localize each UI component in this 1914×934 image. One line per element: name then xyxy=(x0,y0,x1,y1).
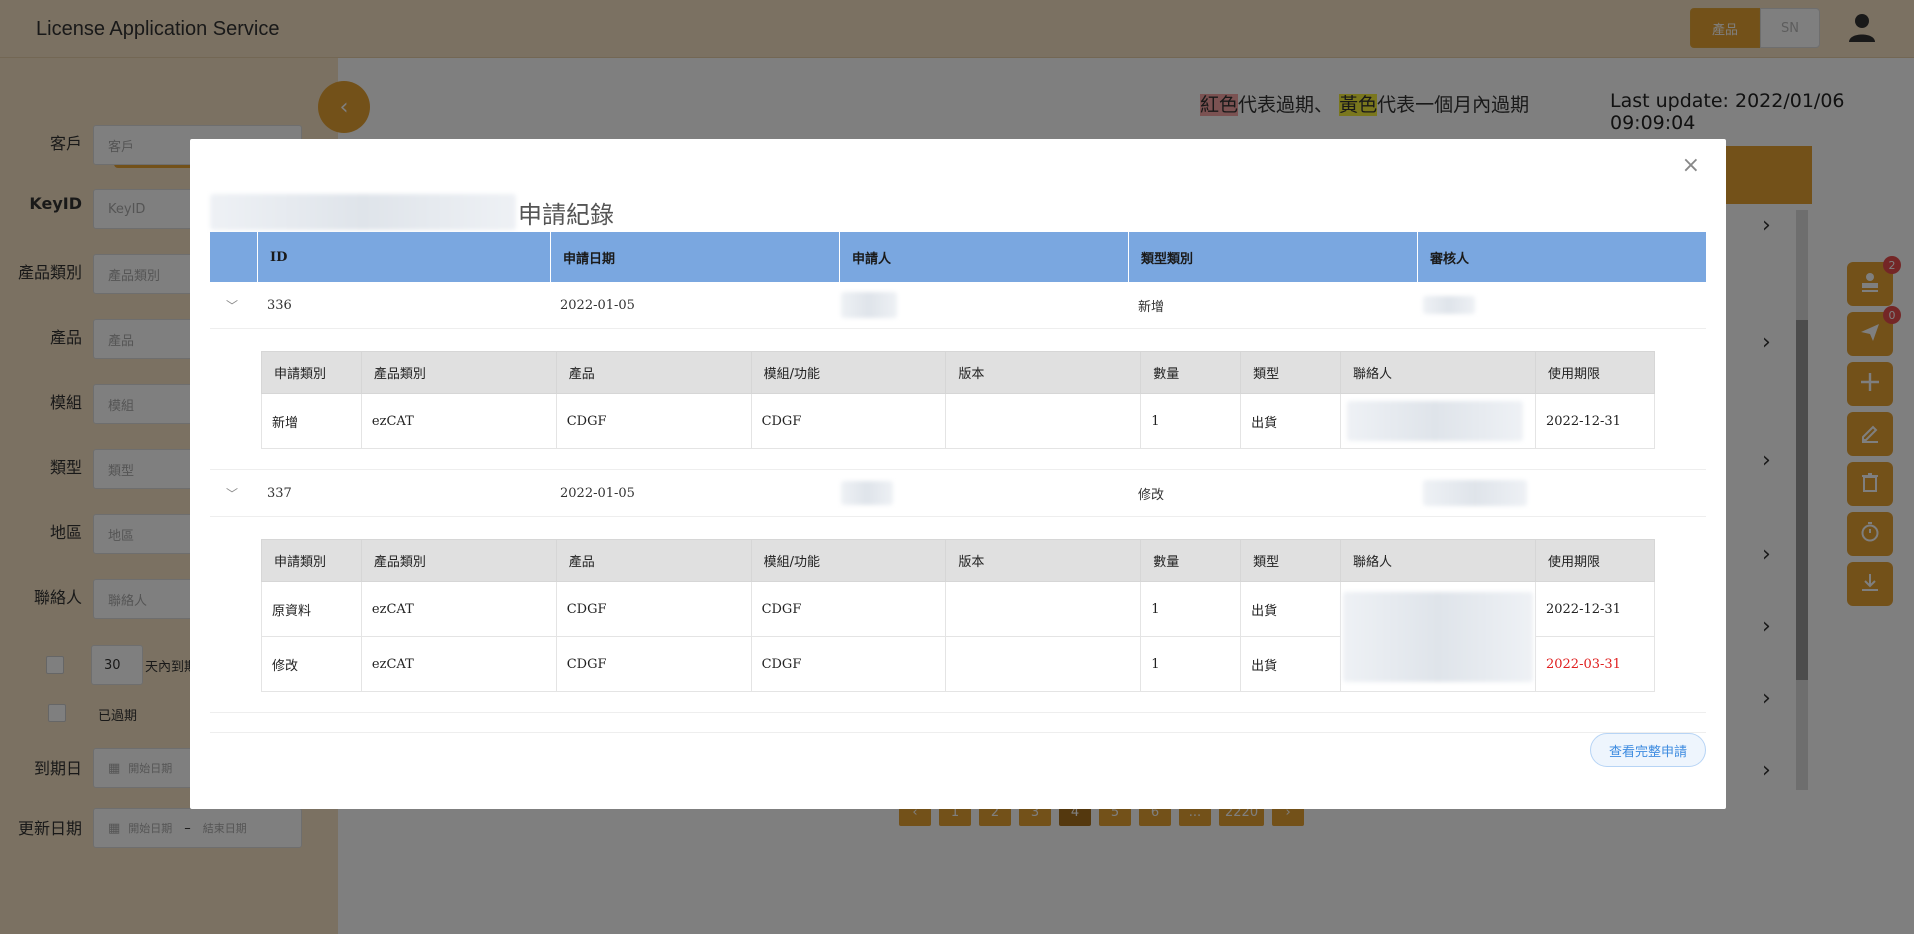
record-id: 337 xyxy=(267,485,292,501)
record-id: 336 xyxy=(267,297,292,313)
cell-kind: 出貨 xyxy=(1240,581,1341,637)
cell-kind: 出貨 xyxy=(1240,393,1342,449)
cell-apply-category: 修改 xyxy=(261,636,362,692)
application-records-modal: × 申請紀錄 ID 申請日期 申請人 類型類別 審核人 ﹀ 336 2022-0… xyxy=(190,139,1726,809)
col-product: 產品 xyxy=(555,351,752,394)
col-applicant: 申請人 xyxy=(839,232,1128,282)
col-product-category: 產品類別 xyxy=(360,351,557,394)
cell-product: CDGF xyxy=(555,393,752,449)
chevron-down-icon[interactable]: ﹀ xyxy=(210,485,257,502)
record-date: 2022-01-05 xyxy=(560,297,635,313)
cell-product-category: ezCAT xyxy=(360,636,557,692)
cell-apply-category: 原資料 xyxy=(261,581,362,637)
cell-contact xyxy=(1340,393,1536,449)
record-details: 申請類別 產品類別 產品 模組/功能 版本 數量 類型 聯絡人 使用期限 原資料 xyxy=(210,517,1706,713)
records-table-header: ID 申請日期 申請人 類型類別 審核人 xyxy=(210,232,1706,282)
cell-module: CDGF xyxy=(750,581,947,637)
view-full-application-button[interactable]: 查看完整申請 xyxy=(1590,733,1706,767)
cell-product-category: ezCAT xyxy=(360,581,557,637)
col-module: 模組/功能 xyxy=(750,351,947,394)
cell-product: CDGF xyxy=(555,581,752,637)
cell-module: CDGF xyxy=(750,636,947,692)
modal-divider xyxy=(210,732,1706,733)
col-version: 版本 xyxy=(945,539,1142,582)
record-type: 修改 xyxy=(1138,487,1165,503)
record-type: 新增 xyxy=(1138,299,1165,315)
detail-header-row: 申請類別 產品類別 產品 模組/功能 版本 數量 類型 聯絡人 使用期限 xyxy=(261,351,1655,394)
close-icon[interactable]: × xyxy=(1682,153,1700,178)
col-contact: 聯絡人 xyxy=(1340,539,1536,582)
col-id: ID xyxy=(257,232,550,282)
cell-expiry-expired: 2022-03-31 xyxy=(1534,636,1656,692)
col-contact: 聯絡人 xyxy=(1340,351,1536,394)
col-type: 類型類別 xyxy=(1128,232,1417,282)
records-table: ID 申請日期 申請人 類型類別 審核人 ﹀ 336 2022-01-05 新增… xyxy=(210,232,1706,713)
record-reviewer xyxy=(1417,296,1706,314)
detail-row: 原資料 ezCAT CDGF CDGF 1 出貨 2022-12-31 xyxy=(261,581,1656,692)
cell-module: CDGF xyxy=(750,393,947,449)
col-kind: 類型 xyxy=(1240,539,1341,582)
col-product-category: 產品類別 xyxy=(360,539,557,582)
record-date: 2022-01-05 xyxy=(560,485,635,501)
col-quantity: 數量 xyxy=(1140,351,1242,394)
col-module: 模組/功能 xyxy=(750,539,947,582)
table-row[interactable]: ﹀ 336 2022-01-05 新增 xyxy=(210,282,1706,329)
col-expiry: 使用期限 xyxy=(1534,539,1656,582)
detail-table: 申請類別 產品類別 產品 模組/功能 版本 數量 類型 聯絡人 使用期限 原資料 xyxy=(261,539,1656,692)
record-applicant xyxy=(839,292,1128,318)
cell-version xyxy=(945,581,1142,637)
col-date: 申請日期 xyxy=(550,232,839,282)
record-applicant xyxy=(839,481,1128,505)
col-expiry: 使用期限 xyxy=(1535,351,1655,394)
table-row[interactable]: ﹀ 337 2022-01-05 修改 xyxy=(210,470,1706,517)
cell-quantity: 1 xyxy=(1140,393,1242,449)
col-quantity: 數量 xyxy=(1140,539,1242,582)
redacted-title xyxy=(210,194,516,230)
col-apply-category: 申請類別 xyxy=(261,539,362,582)
chevron-down-icon[interactable]: ﹀ xyxy=(210,297,257,314)
cell-version xyxy=(945,393,1142,449)
cell-kind: 出貨 xyxy=(1240,636,1341,692)
cell-contact xyxy=(1340,581,1536,692)
col-reviewer: 審核人 xyxy=(1417,232,1706,282)
cell-apply-category: 新增 xyxy=(261,393,362,449)
modal-header: 申請紀錄 xyxy=(210,194,614,230)
cell-expiry: 2022-12-31 xyxy=(1534,581,1656,637)
cell-product: CDGF xyxy=(555,636,752,692)
cell-quantity: 1 xyxy=(1140,636,1242,692)
col-apply-category: 申請類別 xyxy=(261,351,362,394)
detail-header-row: 申請類別 產品類別 產品 模組/功能 版本 數量 類型 聯絡人 使用期限 xyxy=(261,539,1656,582)
detail-row: 新增 ezCAT CDGF CDGF 1 出貨 2022-12-31 xyxy=(261,393,1655,449)
col-kind: 類型 xyxy=(1240,351,1342,394)
detail-table: 申請類別 產品類別 產品 模組/功能 版本 數量 類型 聯絡人 使用期限 新增 xyxy=(261,351,1655,449)
modal-title: 申請紀錄 xyxy=(518,201,614,229)
record-details: 申請類別 產品類別 產品 模組/功能 版本 數量 類型 聯絡人 使用期限 新增 xyxy=(210,329,1706,470)
cell-expiry: 2022-12-31 xyxy=(1535,393,1655,449)
cell-product-category: ezCAT xyxy=(360,393,557,449)
expand-column-header xyxy=(210,232,257,282)
cell-quantity: 1 xyxy=(1140,581,1242,637)
record-reviewer xyxy=(1417,480,1706,506)
col-version: 版本 xyxy=(945,351,1142,394)
cell-version xyxy=(945,636,1142,692)
col-product: 產品 xyxy=(555,539,752,582)
